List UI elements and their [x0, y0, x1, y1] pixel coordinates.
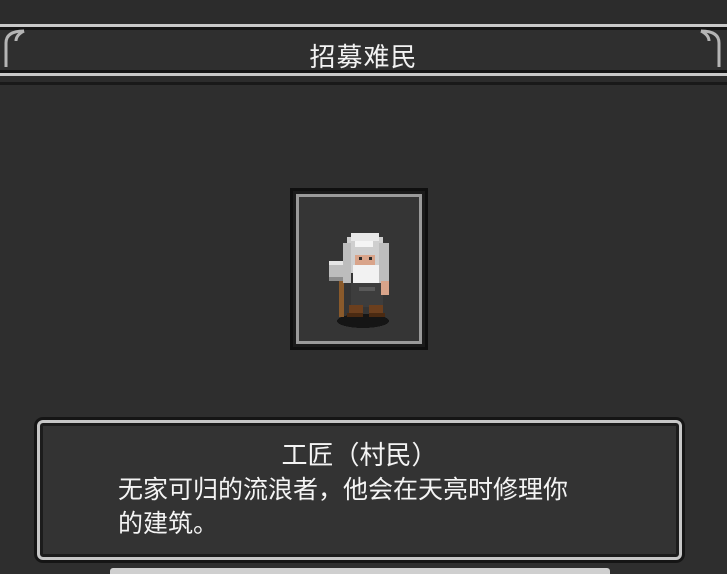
recruit-portrait[interactable] [290, 188, 428, 350]
dwarf-craftsman-icon [329, 233, 389, 328]
recruit-refugee-screen: 招募难民 工匠（村民） 无家可归的流浪者，他会在天亮时修理你的建筑。 [0, 0, 727, 574]
portrait-frame [296, 194, 422, 344]
ornament-left-icon [2, 27, 30, 71]
recruit-description: 无家可归的流浪者，他会在天亮时修理你的建筑。 [118, 475, 569, 538]
ornament-right-icon [697, 27, 725, 71]
title-bar: 招募难民 [0, 24, 727, 76]
recruit-name: 工匠（村民） [281, 441, 438, 471]
recruit-description-box: 工匠（村民） 无家可归的流浪者，他会在天亮时修理你的建筑。 [37, 420, 682, 560]
bottom-button-edge[interactable] [110, 568, 610, 574]
page-title: 招募难民 [309, 43, 418, 73]
